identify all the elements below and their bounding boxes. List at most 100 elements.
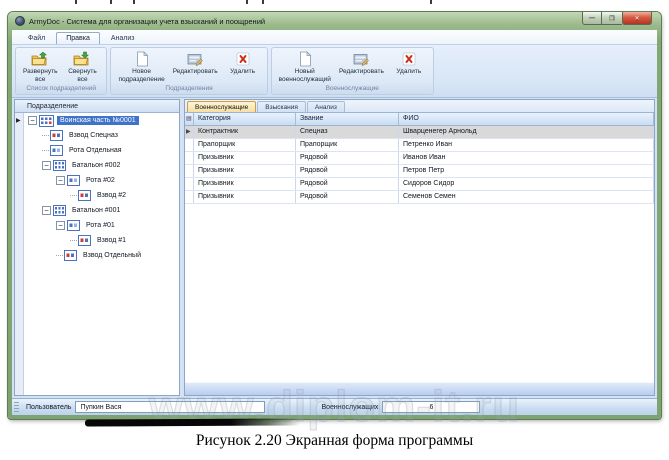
column-header-rank[interactable]: Звание [296,113,399,125]
delete-unit-button[interactable]: Удалить [222,50,264,77]
cell-category: Призывник [194,165,296,177]
collapse-toggle-icon[interactable]: − [42,206,51,215]
cropped-text-fragment [246,0,248,4]
cell-name: Шварценегер Арнольд [399,126,654,138]
detail-panel: Военнослужащие Взыскания Анализ ▤ Катего… [184,99,655,396]
ribbon-group-units: Новое подразделение Редактировать Удалит… [110,47,268,95]
edit-form-icon [187,54,203,66]
row-marker-cell [185,139,194,151]
new-unit-button[interactable]: Новое подразделение [114,50,168,84]
edit-unit-button[interactable]: Редактировать [169,50,222,77]
tree-item-platoon-separate[interactable]: Взвод Отдельный [25,248,179,263]
maximize-icon: ❐ [609,15,615,22]
table-row[interactable]: Призывник Рядовой Петров Петр [185,165,654,178]
window-title: ArmyDoc - Система для организации учета … [29,16,266,26]
title-bar[interactable]: ArmyDoc - Система для организации учета … [8,12,661,30]
user-label: Пользователь [26,403,72,411]
row-marker-cell [185,165,194,177]
cell-category: Призывник [194,191,296,203]
tree-item-unit-0001[interactable]: − Воинская часть №0001 [25,113,179,128]
cropped-text-fragment [75,0,77,4]
cell-rank: Рядовой [296,165,399,177]
tree-item-company-02[interactable]: − Рота #02 [25,173,179,188]
folder-collapse-icon [74,51,90,66]
close-icon: ✕ [634,15,640,22]
battalion-icon [53,205,66,216]
expand-all-button[interactable]: Развернуть все [19,50,61,84]
ribbon: Развернуть все Свернуть все Список подра… [12,45,657,98]
cell-name: Иванов Иван [399,152,654,164]
company-icon [50,145,63,156]
group-caption: Подразделения [111,84,267,94]
column-header-category[interactable]: Категория [194,113,296,125]
tree-connector [70,195,77,196]
new-document-icon [136,51,148,67]
grid-bottom-band [185,382,654,395]
app-icon [15,16,25,26]
platoon-icon [78,190,91,201]
tab-file[interactable]: Файл [18,32,55,44]
redaction-smudge [84,418,301,427]
cropped-text-fragment [133,0,135,4]
tree-item-platoon-2[interactable]: Взвод #2 [25,188,179,203]
current-row-marker-icon: ▶ [16,118,21,124]
detail-tab-strip: Военнослужащие Взыскания Анализ [185,100,654,113]
main-area: Подразделение ▶ − Воинская часть №0001 В… [12,98,657,398]
servicemen-count-value: 6 [382,401,481,413]
tree-item-battalion-002[interactable]: − Батальон #002 [25,158,179,173]
client-area: Файл Правка Анализ Развернуть все Сверну… [12,30,657,415]
status-bar: Пользователь Пупкин Вася Военнослужащих … [12,398,657,415]
collapse-toggle-icon[interactable]: − [56,176,65,185]
delete-serviceman-button[interactable]: Удалить [388,50,430,77]
new-serviceman-button[interactable]: Новый военнослужащий [275,50,335,84]
cell-category: Призывник [194,178,296,190]
tab-edit[interactable]: Правка [56,32,100,44]
tab-penalties[interactable]: Взыскания [257,101,306,112]
edit-serviceman-button[interactable]: Редактировать [335,50,388,77]
tree-header: Подразделение [15,100,179,113]
collapse-all-button[interactable]: Свернуть все [61,50,103,84]
table-row[interactable]: Призывник Рядовой Иванов Иван [185,152,654,165]
table-row[interactable]: Прапорщик Прапорщик Петренко Иван [185,139,654,152]
collapse-toggle-icon[interactable]: − [28,116,37,125]
cell-rank: Прапорщик [296,139,399,151]
unit-tree: ▶ − Воинская часть №0001 Взвод Спецназ Р… [15,113,179,395]
page: ArmyDoc - Система для организации учета … [0,0,669,460]
cell-category: Призывник [194,152,296,164]
minimize-icon: — [589,15,595,21]
cell-name: Сидоров Сидор [399,178,654,190]
row-marker-cell [185,178,194,190]
servicemen-count-label: Военнослужащих [321,403,379,411]
collapse-toggle-icon[interactable]: − [42,161,51,170]
table-row[interactable]: Призывник Рядовой Семенов Семен [185,191,654,204]
current-row-marker-icon: ▶ [185,126,194,138]
platoon-icon [64,250,77,261]
tree-item-platoon-spetsnaz[interactable]: Взвод Спецназ [25,128,179,143]
collapse-toggle-icon[interactable]: − [56,221,65,230]
tree-item-battalion-001[interactable]: − Батальон #001 [25,203,179,218]
statusbar-grip-icon [14,401,19,413]
tree-connector [56,255,63,256]
tree-item-company-01[interactable]: − Рота #01 [25,218,179,233]
cell-rank: Рядовой [296,178,399,190]
delete-icon [402,52,416,66]
close-button[interactable]: ✕ [622,12,652,25]
folder-expand-icon [31,51,48,66]
tree-connector [42,135,49,136]
column-header-name[interactable]: ФИО [399,113,654,125]
maximize-button[interactable]: ❐ [602,12,622,25]
tab-analyze[interactable]: Анализ [101,32,145,44]
minimize-button[interactable]: — [582,12,602,25]
row-marker-cell [185,152,194,164]
military-unit-icon [39,114,54,127]
tree-item-company-separate[interactable]: Рота Отдельная [25,143,179,158]
group-caption: Военнослужащие [271,84,433,94]
table-row[interactable]: Призывник Рядовой Сидоров Сидор [185,178,654,191]
delete-icon [236,52,249,66]
tab-servicemen[interactable]: Военнослужащие [187,101,257,112]
tree-item-platoon-1[interactable]: Взвод #1 [25,233,179,248]
ribbon-group-unit-list: Развернуть все Свернуть все Список подра… [15,47,108,95]
tab-analysis[interactable]: Анализ [306,101,345,112]
cell-rank: Спецназ [296,126,399,138]
table-row[interactable]: ▶ Контрактник Спецназ Шварценегер Арноль… [185,126,654,139]
